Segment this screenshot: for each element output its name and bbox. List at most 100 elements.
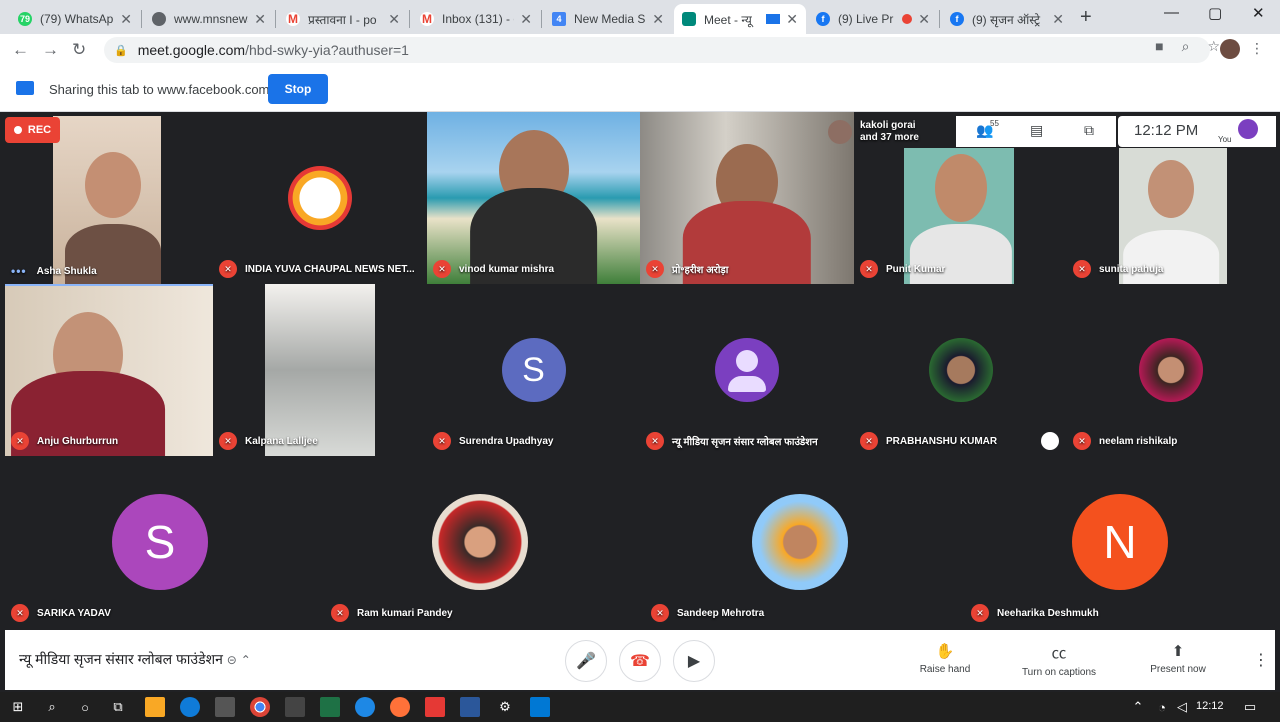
- browser-menu-icon[interactable]: ⋮: [1250, 40, 1264, 57]
- maximize-button[interactable]: ▢: [1208, 4, 1222, 22]
- participant-name: ✕ Ram kumari Pandey: [331, 604, 453, 622]
- mic-off-icon: ✕: [860, 260, 878, 278]
- close-icon[interactable]: ✕: [520, 11, 532, 28]
- volume-icon[interactable]: ◁: [1172, 697, 1192, 717]
- excel-icon[interactable]: [320, 697, 340, 717]
- settings-icon[interactable]: ⚙: [495, 697, 515, 717]
- mic-off-icon: ✕: [651, 604, 669, 622]
- back-button[interactable]: ←: [12, 40, 29, 60]
- taskbar-clock[interactable]: 12:12: [1196, 700, 1224, 712]
- participant-tile[interactable]: ✕ INDIA YUVA CHAUPAL NEWS NET...: [213, 116, 427, 284]
- chevron-up-icon[interactable]: ⌃: [241, 653, 251, 667]
- chrome-icon[interactable]: [250, 697, 270, 717]
- screen-share-icon: [766, 14, 781, 24]
- mic-off-icon: ✕: [11, 432, 29, 450]
- wifi-icon[interactable]: ◔: [1152, 697, 1172, 717]
- word-icon[interactable]: [460, 697, 480, 717]
- windows-taskbar: ⊞ ⌕ ○ ⧉ ⚙ ⌃ ◔ ◁ 12:12 ▭: [0, 692, 1280, 722]
- leave-call-button[interactable]: ☎: [619, 640, 661, 682]
- mic-off-icon: ✕: [433, 432, 451, 450]
- meeting-time: 12:12 PM: [1134, 122, 1199, 139]
- tab-gmail-prastavana[interactable]: M प्रस्तावना I - po ✕: [278, 4, 408, 34]
- participant-name: ✕ Anju Ghurburrun: [11, 432, 118, 450]
- notifications-icon[interactable]: ▭: [1240, 697, 1260, 717]
- tab-facebook-srijan[interactable]: f (9) सृजन ऑस्ट्रे ✕: [942, 4, 1072, 34]
- tab-mnsnews[interactable]: www.mnsnews ✕: [144, 4, 274, 34]
- camera-button[interactable]: ▶: [673, 640, 715, 682]
- tab-facebook-live[interactable]: f (9) Live Pr ✕: [808, 4, 938, 34]
- search-icon[interactable]: ⌕: [42, 697, 62, 717]
- close-icon[interactable]: ✕: [120, 11, 132, 28]
- meeting-title[interactable]: न्यू मीडिया सृजन संसार ग्लोबल फाउंडेशन ⊝…: [19, 650, 251, 669]
- firefox-icon[interactable]: [390, 697, 410, 717]
- hand-icon: ✋: [935, 643, 955, 660]
- raise-hand-button[interactable]: ✋ Raise hand: [900, 642, 990, 675]
- tab-title: New Media Sr: [574, 12, 647, 26]
- new-tab-button[interactable]: +: [1080, 6, 1092, 29]
- ie-icon[interactable]: [355, 697, 375, 717]
- other-participants-summary[interactable]: kakoli gorai and 37 more: [828, 116, 954, 147]
- close-icon[interactable]: ✕: [254, 11, 266, 28]
- calculator-icon[interactable]: [215, 697, 235, 717]
- participant-tile[interactable]: ✕ Sandeep Mehrotra: [645, 456, 965, 628]
- cortana-icon[interactable]: ○: [75, 697, 95, 717]
- forward-button[interactable]: →: [42, 40, 59, 60]
- participant-tile[interactable]: ✕ PRABHANSHU KUMAR: [854, 284, 1067, 456]
- participant-tile[interactable]: ✕ न्यू मीडिया सृजन संसार ग्लोबल फाउंडेशन: [640, 284, 854, 456]
- participant-tile[interactable]: N ✕ Neeharika Deshmukh: [965, 456, 1275, 628]
- windows-start-icon[interactable]: ⊞: [8, 697, 28, 717]
- chevron-up-icon[interactable]: ⌃: [1128, 697, 1148, 717]
- close-icon[interactable]: ✕: [918, 11, 930, 28]
- more-options-icon[interactable]: ⋮: [1253, 650, 1269, 670]
- tab-whatsapp[interactable]: 79 (79) WhatsApp ✕: [10, 4, 140, 34]
- tab-new-media[interactable]: 4 New Media Sr ✕: [544, 4, 672, 34]
- tab-sharing-bar: Sharing this tab to www.facebook.com Sto…: [0, 66, 1280, 112]
- camera-icon[interactable]: ■: [1155, 38, 1163, 55]
- participant-tile[interactable]: ✕ Ram kumari Pandey: [325, 456, 645, 628]
- mic-off-icon: ✕: [1073, 260, 1091, 278]
- participant-tile[interactable]: ✕ neelam rishikalp: [1067, 284, 1275, 456]
- zoom-icon[interactable]: ⌕: [1182, 38, 1190, 55]
- copy-link-icon[interactable]: ⊝: [227, 653, 237, 667]
- close-window-button[interactable]: ✕: [1252, 4, 1265, 22]
- chat-icon[interactable]: ▤: [1030, 122, 1043, 139]
- participant-name: ✕ न्यू मीडिया सृजन संसार ग्लोबल फाउंडेशन: [646, 432, 818, 450]
- url-bar[interactable]: 🔒 meet.google.com/hbd-swky-yia?authuser=…: [104, 37, 1210, 63]
- microphone-button[interactable]: 🎤: [565, 640, 607, 682]
- participant-tile[interactable]: ✕ sunita pahuja: [1067, 148, 1275, 284]
- activities-icon[interactable]: ⧉: [1084, 122, 1094, 139]
- close-icon[interactable]: ✕: [786, 11, 798, 28]
- anydesk-icon[interactable]: [425, 697, 445, 717]
- task-view-icon[interactable]: ⧉: [108, 697, 128, 717]
- edge-icon[interactable]: [180, 697, 200, 717]
- minimize-button[interactable]: —: [1164, 4, 1179, 21]
- avatar: [928, 338, 993, 402]
- store-icon[interactable]: [285, 697, 305, 717]
- present-button[interactable]: ⬆ Present now: [1133, 642, 1223, 675]
- participant-tile[interactable]: S ✕ SARIKA YADAV: [5, 456, 325, 628]
- participant-tile[interactable]: ✕ Kalpana Lalljee: [213, 284, 427, 456]
- whatsapp-icon: 79: [18, 12, 32, 26]
- close-icon[interactable]: ✕: [1052, 11, 1064, 28]
- video-grid: ••• Asha Shukla ✕ INDIA YUVA CHAUPAL NEWS …: [0, 112, 1280, 630]
- reload-button[interactable]: ↻: [72, 40, 86, 60]
- tab-meet[interactable]: Meet - न्यू ✕: [674, 4, 806, 34]
- profile-avatar[interactable]: [1220, 39, 1240, 59]
- file-explorer-icon[interactable]: [145, 697, 165, 717]
- participant-tile[interactable]: ✕ Anju Ghurburrun: [5, 284, 213, 456]
- photos-icon[interactable]: [530, 697, 550, 717]
- tab-gmail-inbox[interactable]: M Inbox (131) - e ✕: [412, 4, 540, 34]
- url-path: /hbd-swky-yia?authuser=1: [245, 42, 409, 58]
- participant-tile[interactable]: ✕ Punit Kumar: [854, 148, 1067, 284]
- self-avatar[interactable]: [1238, 119, 1258, 139]
- participant-tile[interactable]: S ✕ Surendra Upadhyay: [427, 284, 640, 456]
- participant-tile[interactable]: ✕ प्रो॰हरीश अरोड़ा: [640, 112, 854, 284]
- participant-name: ✕ PRABHANSHU KUMAR: [860, 432, 997, 450]
- participant-name: ✕ neelam rishikalp: [1073, 432, 1177, 450]
- bookmark-star-icon[interactable]: ☆: [1207, 38, 1220, 55]
- close-icon[interactable]: ✕: [652, 11, 664, 28]
- participant-tile[interactable]: ✕ vinod kumar mishra: [427, 112, 640, 284]
- stop-sharing-button[interactable]: Stop: [268, 74, 328, 104]
- captions-button[interactable]: ㏄ Turn on captions: [1014, 642, 1104, 678]
- close-icon[interactable]: ✕: [388, 11, 400, 28]
